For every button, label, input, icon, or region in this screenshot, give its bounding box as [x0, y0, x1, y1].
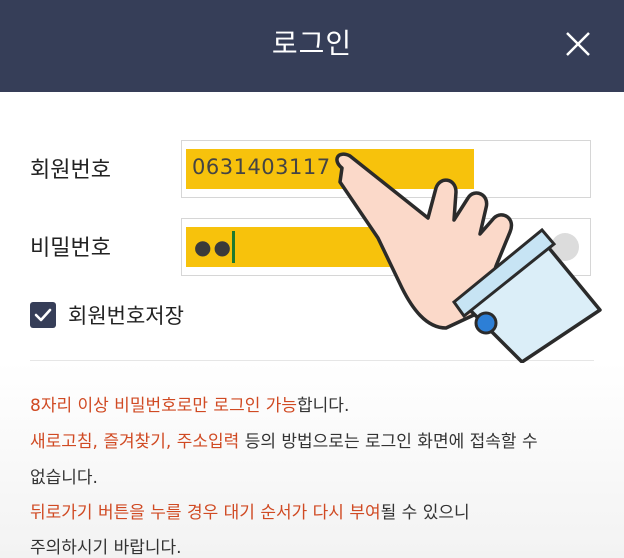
dialog-header: 로그인 — [0, 0, 624, 92]
notice-emphasis: 뒤로가기 버튼을 누를 경우 대기 순서가 다시 부여 — [30, 503, 381, 523]
close-icon[interactable] — [562, 28, 594, 60]
password-masked-value: ●● — [194, 235, 233, 259]
password-label: 비밀번호 — [30, 236, 111, 261]
notice-line-5: 주의하시기 바랍니다. — [30, 538, 182, 558]
notice-emphasis: 새로고침, 즐겨찾기, 주소입력 — [30, 432, 240, 452]
pointing-hand-icon — [335, 152, 602, 363]
member-number-value: 0631403117 — [192, 155, 331, 179]
notice-text: 합니다. — [297, 396, 350, 416]
notice-line-4: 뒤로가기 버튼을 누를 경우 대기 순서가 다시 부여될 수 있으니 — [30, 498, 470, 523]
save-member-number-checkbox[interactable] — [30, 302, 56, 328]
member-number-label: 회원번호 — [30, 158, 111, 183]
notice-text: 등의 방법으로는 로그인 화면에 접속할 수 — [239, 432, 538, 452]
notice-line-3: 없습니다. — [30, 468, 98, 488]
text-caret — [232, 231, 235, 263]
dialog-title: 로그인 — [271, 27, 353, 60]
notice-text: 될 수 있으니 — [380, 503, 470, 523]
notice-emphasis: 8자리 이상 비밀번호로만 로그인 가능 — [30, 396, 298, 416]
save-member-number-label: 회원번호저장 — [68, 304, 184, 328]
checkmark-icon — [34, 308, 52, 322]
notice-line-2: 새로고침, 즐겨찾기, 주소입력 등의 방법으로는 로그인 화면에 접속할 수 — [30, 427, 538, 452]
notice-line-1: 8자리 이상 비밀번호로만 로그인 가능합니다. — [30, 391, 349, 416]
